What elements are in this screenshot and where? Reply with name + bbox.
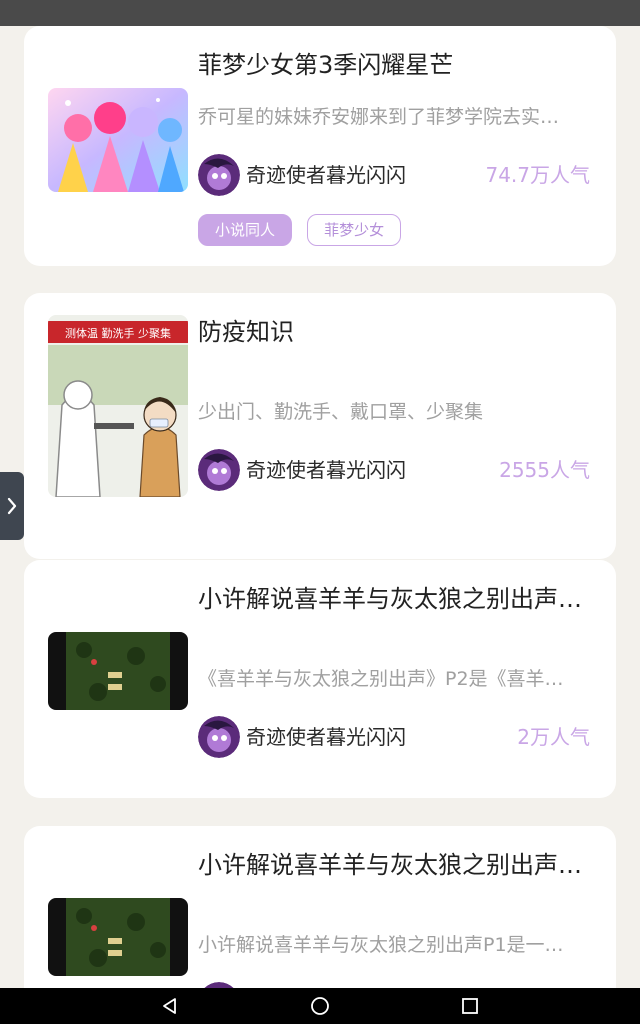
card-title[interactable]: 小许解说喜羊羊与灰太狼之别出声… — [198, 584, 618, 614]
author-name[interactable]: 奇迹使者暮光闪闪 — [246, 457, 406, 483]
card-description: 小许解说喜羊羊与灰太狼之别出声P1是一… — [198, 934, 564, 956]
card-title[interactable]: 防疫知识 — [198, 317, 604, 347]
author-avatar[interactable] — [198, 716, 240, 758]
author-name[interactable]: 奇迹使者暮光闪闪 — [246, 162, 406, 188]
pony-avatar-image — [198, 716, 240, 758]
author-row[interactable]: 奇迹使者暮光闪闪 74.7万人气 — [198, 154, 590, 196]
content-card[interactable]: 测体温 勤洗手 少聚集 防疫知识 少出门、勤洗手、戴口罩、少聚集 奇迹使者暮光闪… — [24, 293, 616, 559]
popularity-count: 2万人气 — [517, 725, 590, 749]
tag-novel-fanfic[interactable]: 小说同人 — [198, 214, 293, 246]
card-title[interactable]: 菲梦少女第3季闪耀星芒 — [198, 50, 604, 80]
author-row[interactable]: 奇迹使者暮光闪闪 2555人气 — [198, 449, 590, 491]
card-description: 少出门、勤洗手、戴口罩、少聚集 — [198, 401, 484, 423]
nav-recents-button[interactable] — [440, 988, 500, 1024]
game-video-thumbnail-image — [48, 898, 188, 976]
nav-home-button[interactable] — [290, 988, 350, 1024]
thumbnail-banner-text: 测体温 勤洗手 少聚集 — [65, 326, 171, 340]
game-video-thumbnail-image — [48, 632, 188, 710]
content-card[interactable]: 菲梦少女第3季闪耀星芒 乔可星的妹妹乔安娜来到了菲梦学院去实… 奇迹使者暮光闪闪… — [24, 26, 616, 266]
author-avatar[interactable] — [198, 154, 240, 196]
pony-avatar-image — [198, 154, 240, 196]
back-triangle-icon — [163, 998, 176, 1014]
side-drawer-handle[interactable] — [0, 472, 24, 540]
card-thumbnail[interactable]: 测体温 勤洗手 少聚集 — [48, 315, 188, 497]
content-feed[interactable]: 菲梦少女第3季闪耀星芒 乔可星的妹妹乔安娜来到了菲梦学院去实… 奇迹使者暮光闪闪… — [0, 26, 640, 988]
nav-back-button[interactable] — [140, 988, 200, 1024]
tag-fei-meng[interactable]: 菲梦少女 — [307, 214, 402, 246]
popularity-count: 2555人气 — [499, 458, 590, 482]
card-description: 《喜羊羊与灰太狼之别出声》P2是《喜羊… — [198, 668, 564, 690]
home-circle-icon — [311, 997, 329, 1015]
recents-square-icon — [462, 998, 478, 1014]
status-bar — [0, 0, 640, 26]
card-thumbnail[interactable] — [48, 88, 188, 192]
content-card[interactable]: 小许解说喜羊羊与灰太狼之别出声… 小许解说喜羊羊与灰太狼之别出声P1是一… — [24, 826, 616, 988]
chevron-right-icon — [7, 497, 17, 515]
pony-avatar-image — [198, 449, 240, 491]
author-name[interactable]: 奇迹使者暮光闪闪 — [246, 724, 406, 750]
anime-girls-thumbnail-image — [48, 88, 188, 192]
card-title[interactable]: 小许解说喜羊羊与灰太狼之别出声… — [198, 850, 618, 880]
author-avatar[interactable] — [198, 449, 240, 491]
epidemic-prevention-thumbnail-image: 测体温 勤洗手 少聚集 — [48, 315, 188, 497]
card-description: 乔可星的妹妹乔安娜来到了菲梦学院去实… — [198, 106, 560, 128]
content-card[interactable]: 小许解说喜羊羊与灰太狼之别出声… 《喜羊羊与灰太狼之别出声》P2是《喜羊… 奇迹… — [24, 560, 616, 798]
card-thumbnail[interactable] — [48, 632, 188, 710]
author-row[interactable]: 奇迹使者暮光闪闪 2万人气 — [198, 716, 590, 758]
popularity-count: 74.7万人气 — [485, 163, 590, 187]
tag-list: 小说同人 菲梦少女 — [198, 214, 411, 246]
card-thumbnail[interactable] — [48, 898, 188, 976]
system-navigation-bar — [0, 988, 640, 1024]
